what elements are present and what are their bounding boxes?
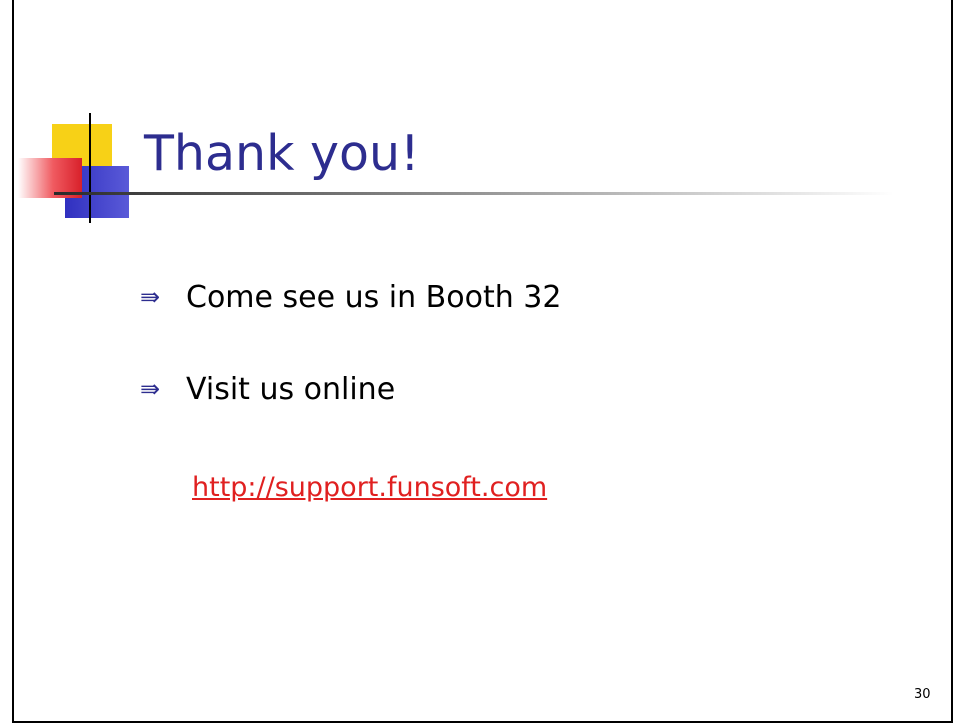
bullet-text: Come see us in Booth 32 xyxy=(186,280,562,315)
bullet-booth: ⇛ Come see us in Booth 32 xyxy=(140,277,561,318)
bullet-text: Visit us online xyxy=(186,372,396,407)
double-arrow-icon: ⇛ xyxy=(140,375,161,403)
slide-title: Thank you! xyxy=(144,125,420,182)
bullet-visit-online: ⇛ Visit us online xyxy=(140,369,395,410)
support-link[interactable]: http://support.funsoft.com xyxy=(192,468,547,508)
page-number: 30 xyxy=(914,687,931,702)
double-arrow-icon: ⇛ xyxy=(140,283,161,311)
slide xyxy=(12,0,953,723)
